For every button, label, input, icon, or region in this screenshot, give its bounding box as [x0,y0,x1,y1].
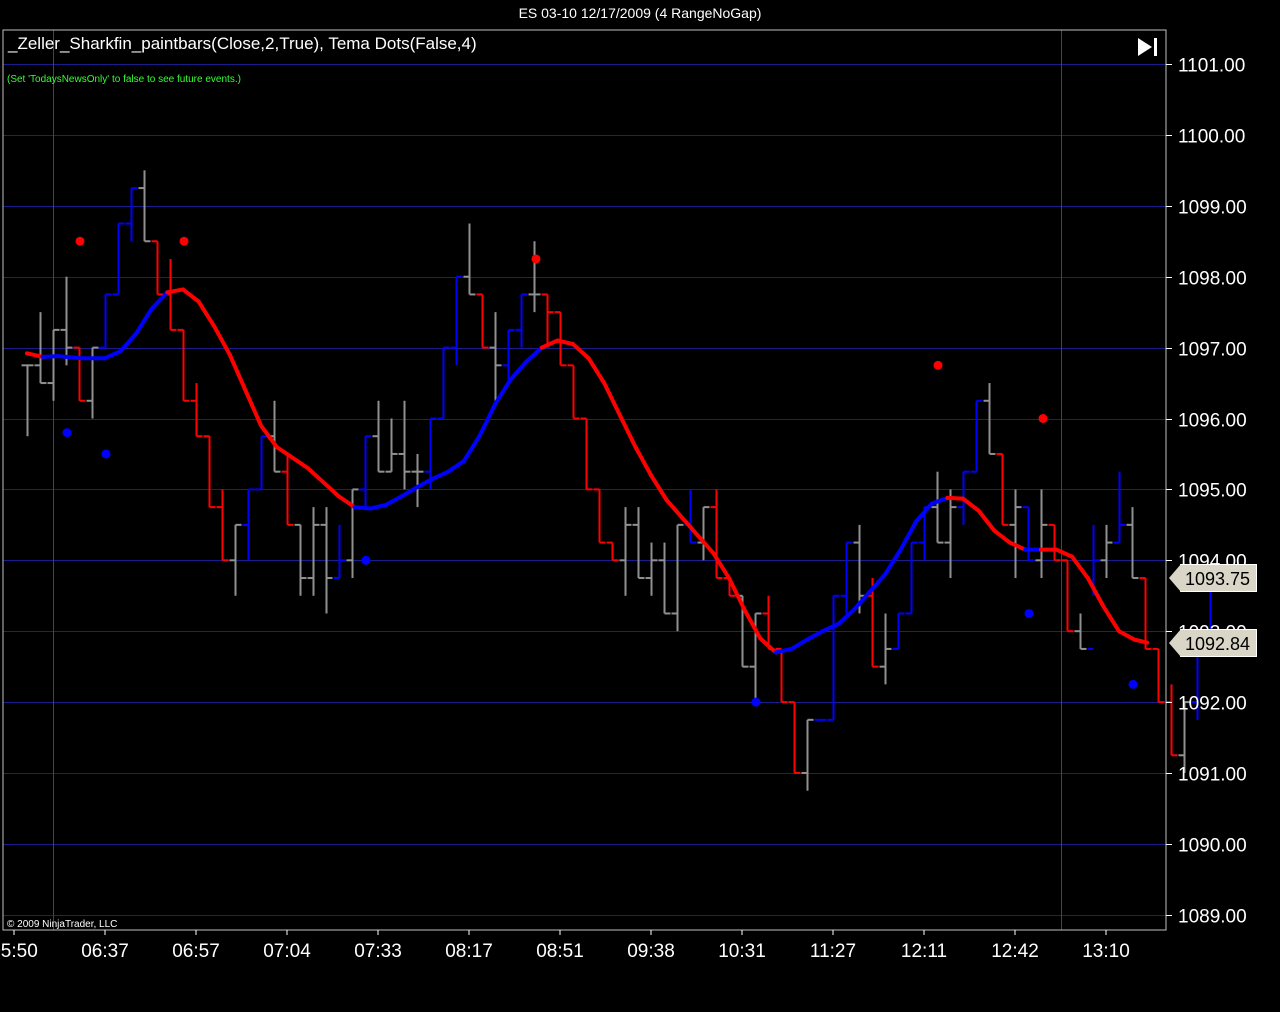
y-tick-label: 1099.00 [1178,198,1247,219]
tema-dot-down [933,360,943,370]
y-tick-label: 1098.00 [1178,269,1247,290]
x-tick-label: 10:31 [718,941,766,962]
y-tick-label: 1095.00 [1178,481,1247,502]
y-tick-label: 1097.00 [1178,340,1247,361]
tema-segment [165,287,185,295]
x-tick-label: 11:27 [810,941,856,962]
tema-price-value: 1092.84 [1185,633,1251,654]
x-tick-label: 06:57 [172,941,220,962]
tema-dot-up [361,555,371,565]
last-price-tag: 1093.75 [1168,564,1258,593]
chart-background [0,28,1280,1012]
x-tick-label: 07:04 [263,941,311,962]
y-tick-label: 1101.00 [1178,56,1245,77]
x-tick-label: 12:11 [901,941,947,962]
x-tick-label: 08:17 [445,941,493,962]
y-tick-label: 1100.00 [1178,127,1245,148]
x-tick-label: 06:37 [81,941,129,962]
tema-dot-down [75,236,85,246]
y-tick-label: 1089.00 [1178,907,1247,928]
tema-dot-up [62,428,72,438]
tema-dot-down [179,236,189,246]
tema-segment [40,354,61,359]
y-tick-label: 1092.00 [1178,694,1247,715]
news-note: (Set 'TodaysNewsOnly' to false to see fu… [7,74,241,85]
price-chart[interactable]: 1089.001090.001091.001092.001093.001094.… [0,0,1280,1012]
tema-segment [1132,637,1150,645]
y-tick-label: 1091.00 [1178,765,1247,786]
copyright-text: © 2009 NinjaTrader, LLC [7,919,118,930]
tema-segment [352,505,373,511]
tema-segment [56,354,84,361]
tema-dot-up [751,697,761,707]
last-price-value: 1093.75 [1185,569,1251,590]
x-tick-label: 05:50 [0,941,38,962]
tema-dot-up [1128,679,1138,689]
tema-segment [945,495,965,501]
skip-to-end-icon[interactable] [1136,36,1160,58]
indicator-label: _Zeller_Sharkfin_paintbars(Close,2,True)… [8,34,477,53]
x-tick-label: 09:38 [627,941,675,962]
x-tick-label: 07:33 [354,941,402,962]
tema-price-tag: 1092.84 [1168,628,1258,657]
x-tick-label: 08:51 [536,941,584,962]
tema-dot-up [1024,608,1034,618]
tema-dot-down [1038,414,1048,423]
tema-dot-down [531,254,541,264]
y-tick-label: 1090.00 [1178,836,1247,857]
tema-dot-up [101,449,111,459]
y-tick-label: 1096.00 [1178,411,1247,432]
x-tick-label: 12:42 [991,941,1039,962]
x-tick-label: 13:10 [1082,941,1130,962]
